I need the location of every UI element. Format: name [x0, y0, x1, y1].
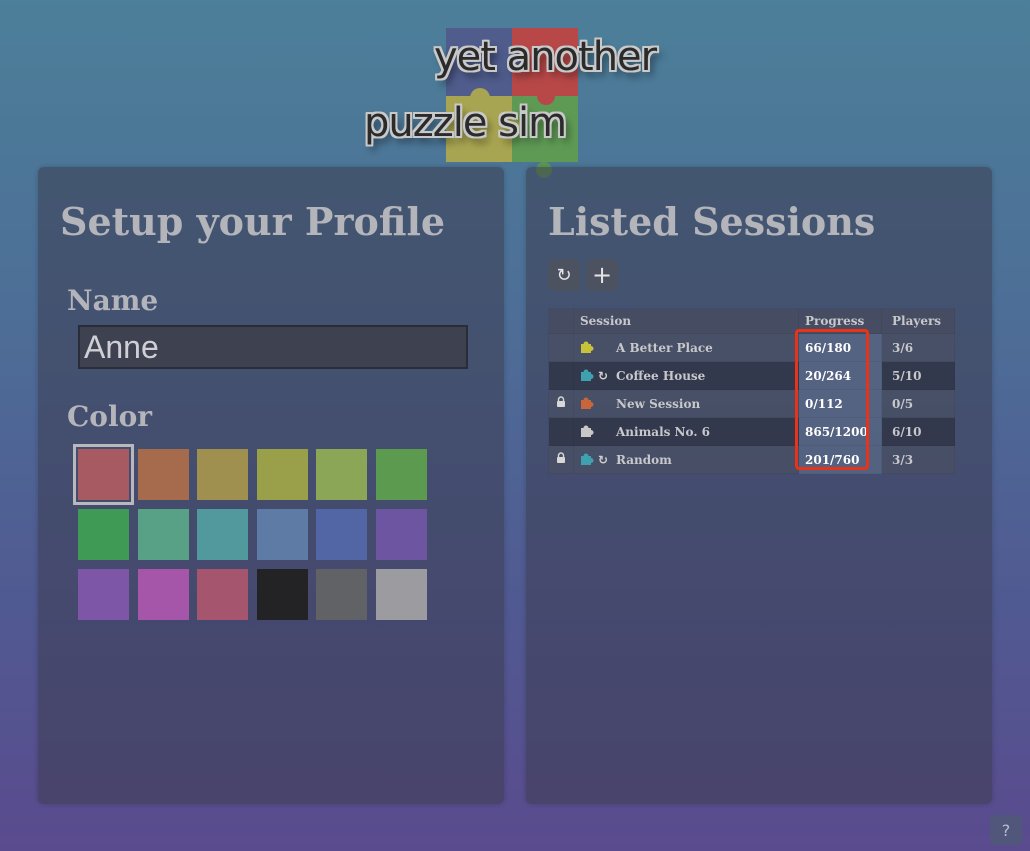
sessions-panel: Listed Sessions ↻ + Session Progress Pla…: [526, 167, 992, 804]
session-progress: 865/1200: [798, 417, 882, 446]
color-label: Color: [67, 400, 153, 433]
session-cell: ↻ Random: [573, 445, 799, 474]
color-swatch[interactable]: [256, 569, 308, 620]
color-swatch[interactable]: [137, 569, 189, 620]
session-name[interactable]: A Better Place: [616, 341, 713, 355]
logo-text-line2: puzzle sim: [364, 100, 567, 146]
puzzle-piece-icon: [581, 341, 594, 353]
lock-column-header: [548, 308, 574, 334]
plus-icon: +: [591, 261, 613, 289]
name-input[interactable]: [78, 325, 468, 369]
lock-icon: [557, 396, 565, 407]
session-cell: New Session: [573, 389, 799, 418]
puzzle-piece-icon: [581, 369, 594, 381]
color-swatch[interactable]: [197, 509, 248, 560]
color-swatch[interactable]: [375, 509, 427, 560]
sync-icon: ↻: [598, 368, 609, 383]
help-button[interactable]: ?: [990, 815, 1022, 845]
puzzle-piece-icon: [581, 397, 594, 409]
color-swatch[interactable]: [316, 449, 367, 500]
session-progress: 0/112: [798, 389, 882, 418]
name-label: Name: [67, 284, 159, 317]
lock-icon: [557, 452, 565, 463]
sessions-table: Session Progress Players A Better Place 6…: [548, 308, 955, 474]
session-players: 0/5: [881, 389, 955, 418]
lock-cell: [548, 361, 574, 390]
session-progress: 201/760: [798, 445, 882, 474]
lock-cell: [548, 389, 574, 418]
add-session-button[interactable]: +: [586, 259, 618, 291]
lock-cell: [548, 417, 574, 446]
color-swatch[interactable]: [78, 569, 129, 620]
session-players: 6/10: [881, 417, 955, 446]
session-cell: A Better Place: [573, 333, 799, 362]
session-cell: ↻ Coffee House: [573, 361, 799, 390]
session-row[interactable]: ↻ Random 201/760 3/3: [548, 445, 955, 474]
session-players: 3/6: [881, 333, 955, 362]
session-progress: 66/180: [798, 333, 882, 362]
session-row[interactable]: Animals No. 6 865/1200 6/10: [548, 417, 955, 446]
session-players: 3/3: [881, 445, 955, 474]
color-swatch[interactable]: [316, 509, 367, 560]
lock-cell: [548, 445, 574, 474]
sessions-title: Listed Sessions: [548, 199, 876, 244]
session-row[interactable]: ↻ Coffee House 20/264 5/10: [548, 361, 955, 390]
refresh-icon: ↻: [556, 264, 572, 286]
color-swatch[interactable]: [73, 444, 134, 505]
color-swatch[interactable]: [78, 509, 129, 560]
session-name[interactable]: Coffee House: [616, 369, 705, 383]
profile-panel: Setup your Profile Name Color: [38, 167, 504, 804]
session-row[interactable]: A Better Place 66/180 3/6: [548, 333, 955, 362]
session-progress: 20/264: [798, 361, 882, 390]
color-swatch[interactable]: [197, 449, 248, 500]
sync-icon: ↻: [598, 452, 609, 467]
session-players: 5/10: [881, 361, 955, 390]
session-name[interactable]: Animals No. 6: [616, 425, 710, 439]
color-swatch[interactable]: [256, 449, 308, 500]
color-swatch[interactable]: [316, 569, 367, 620]
session-cell: Animals No. 6: [573, 417, 799, 446]
color-swatch[interactable]: [137, 509, 189, 560]
progress-column-header[interactable]: Progress: [798, 308, 882, 334]
session-row[interactable]: New Session 0/112 0/5: [548, 389, 955, 418]
session-name[interactable]: Random: [616, 453, 672, 467]
puzzle-piece-icon: [581, 453, 594, 465]
color-swatch[interactable]: [137, 449, 189, 500]
profile-title: Setup your Profile: [60, 199, 446, 244]
session-column-header[interactable]: Session: [573, 308, 799, 334]
app-logo: yet another puzzle sim: [362, 28, 692, 178]
help-label: ?: [1001, 820, 1011, 840]
logo-text-line1: yet another: [434, 34, 657, 80]
players-column-header[interactable]: Players: [881, 308, 955, 334]
color-swatch[interactable]: [256, 509, 308, 560]
color-swatch[interactable]: [197, 569, 248, 620]
color-swatch[interactable]: [375, 449, 427, 500]
table-header-row: Session Progress Players: [548, 308, 955, 334]
refresh-sessions-button[interactable]: ↻: [548, 259, 580, 291]
session-name[interactable]: New Session: [616, 397, 700, 411]
lock-cell: [548, 333, 574, 362]
puzzle-piece-icon: [581, 425, 594, 437]
color-swatch[interactable]: [375, 569, 427, 620]
